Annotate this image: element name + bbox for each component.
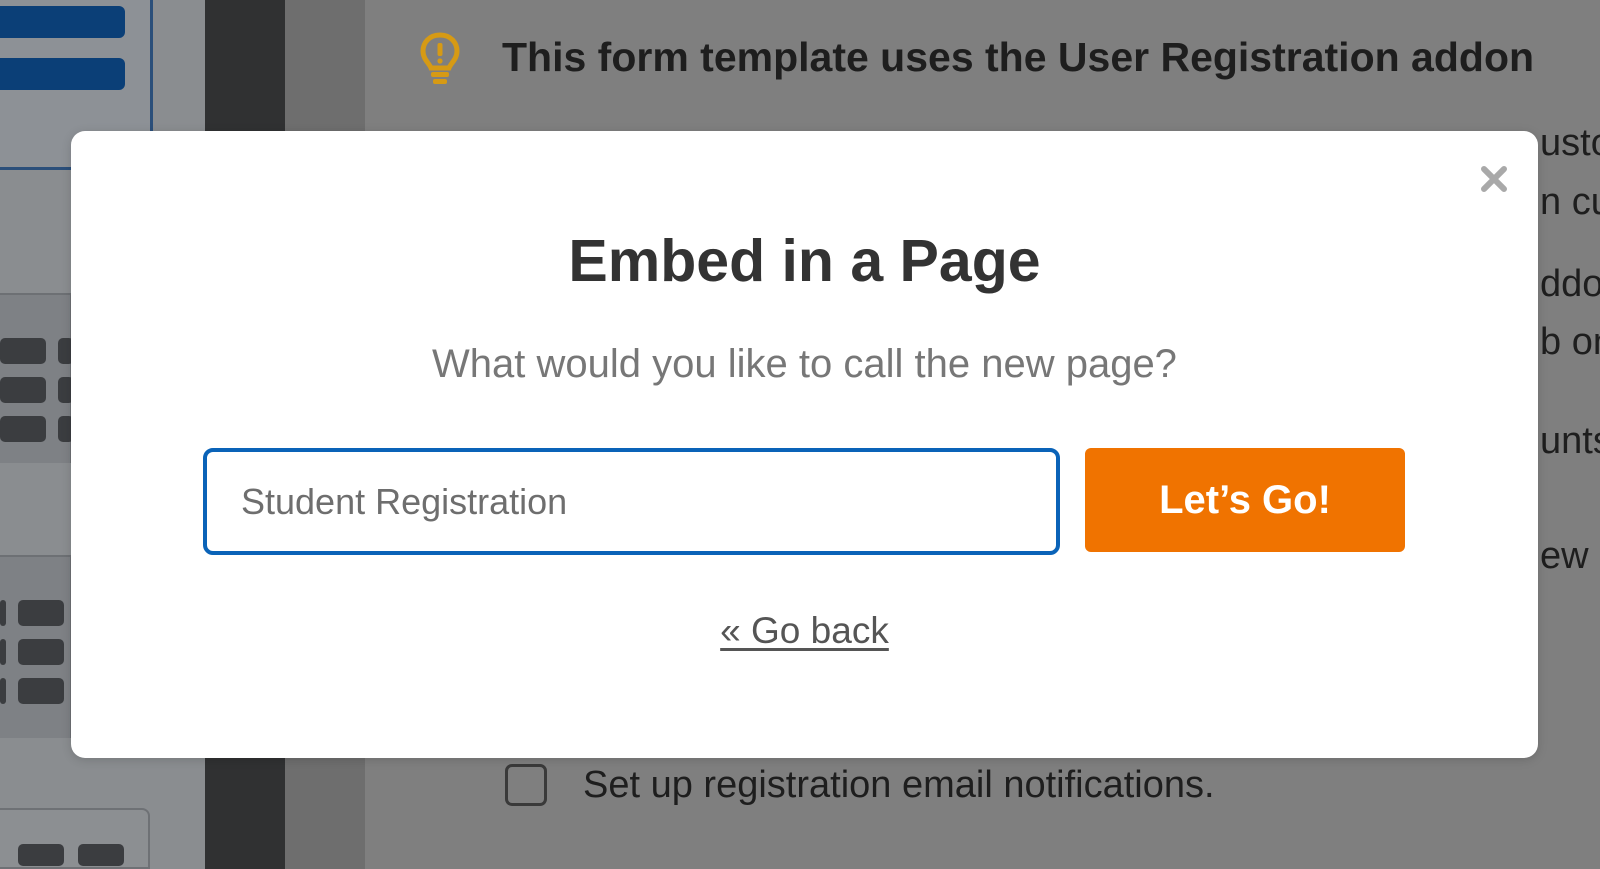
notice-text-fragment: ddon [1540,263,1600,305]
lightbulb-icon [420,32,460,84]
sidebar-bar [0,6,125,38]
field-tile [18,639,64,665]
close-icon [1481,166,1507,192]
field-tile [0,377,46,403]
modal-title: Embed in a Page [568,228,1041,294]
field-tile [18,678,64,704]
notice-text-fragment: ew [1540,535,1589,577]
field-tile [0,639,6,665]
modal-question: What would you like to call the new page… [432,342,1177,386]
field-group-panel [0,293,74,463]
field-tile [78,844,124,866]
go-back-link[interactable]: « Go back [720,610,889,651]
checklist-item: Set up registration email notifications. [505,763,1215,807]
field-group-card [0,808,150,869]
field-tile [18,844,64,866]
field-tile [0,416,46,442]
go-back-row: « Go back [71,610,1538,652]
field-group-panel [0,555,72,738]
field-tile [18,600,64,626]
embed-modal: Embed in a Page What would you like to c… [71,131,1538,758]
addon-notice-headline: This form template uses the User Registr… [502,34,1535,80]
checklist-item-label: Set up registration email notifications. [583,763,1215,806]
checklist-checkbox [505,764,547,806]
lets-go-button[interactable]: Let’s Go! [1085,448,1405,552]
notice-text-fragment: unts [1540,420,1600,462]
notice-text-fragment: b on [1540,321,1600,363]
notice-text-fragment: n cu [1540,181,1600,223]
field-tile [0,600,6,626]
field-tile [0,338,46,364]
close-button[interactable] [1476,161,1512,197]
page-name-input[interactable] [203,448,1060,555]
field-tile [0,678,6,704]
notice-text-fragment: usto [1540,122,1600,164]
sidebar-bar [0,58,125,90]
